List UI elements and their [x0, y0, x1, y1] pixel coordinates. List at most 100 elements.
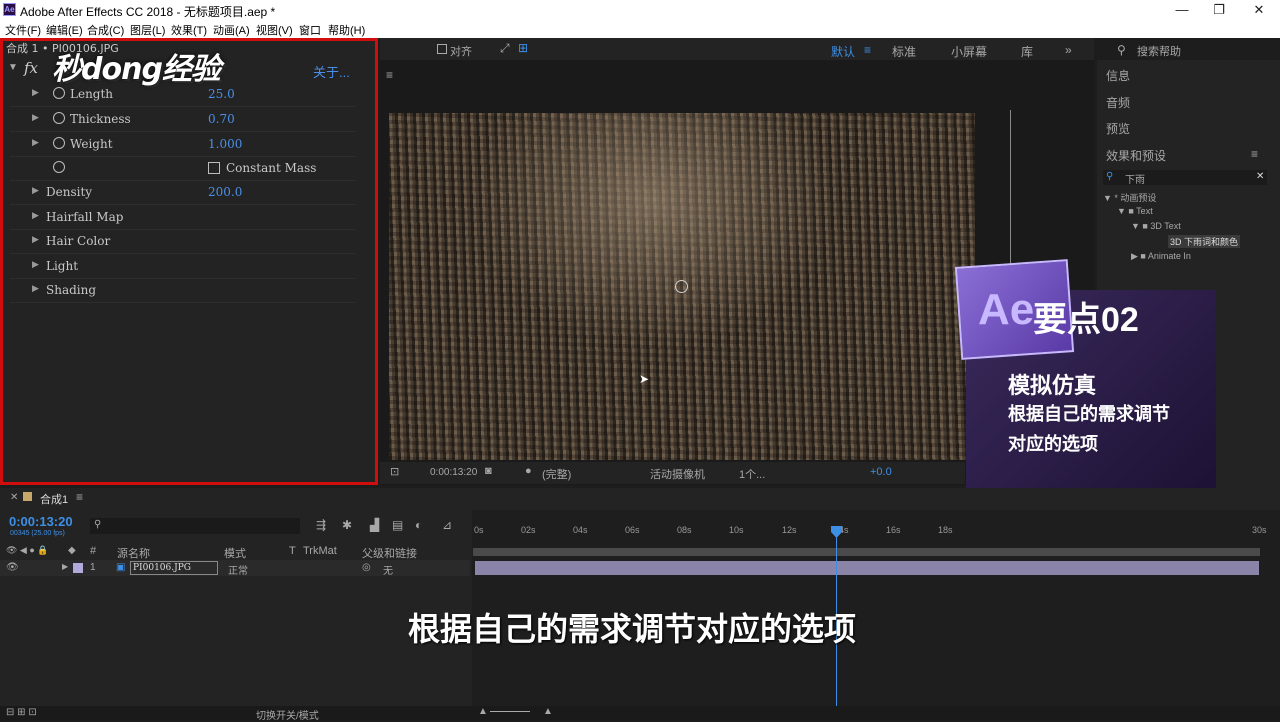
menu-composition[interactable]: 合成(C) — [87, 22, 124, 38]
search-icon: ⚲ — [1117, 43, 1126, 57]
zoom-in-icon[interactable]: ▲ — [543, 706, 553, 717]
layer-parent-select[interactable]: 无 — [383, 562, 393, 577]
clear-search-icon[interactable]: ✕ — [1256, 171, 1264, 182]
comp-flowchart-icon[interactable]: ⇶ — [316, 518, 326, 532]
camera-select[interactable]: 活动摄像机 — [650, 466, 705, 482]
viewer-timecode[interactable]: 0:00:13:20 — [430, 467, 477, 478]
col-trkmat: TrkMat — [303, 545, 337, 557]
ae-badge-text: Ae — [978, 285, 1035, 334]
resolution-select[interactable]: (完整) — [542, 466, 571, 482]
ruler-tick: 10s — [729, 525, 744, 535]
color-channels-icon[interactable]: ● — [525, 465, 532, 477]
anchor-point-icon[interactable] — [675, 280, 688, 293]
frame-blending-icon[interactable]: ▤ — [392, 518, 403, 532]
title-bar: Ae Adobe After Effects CC 2018 - 无标题项目.a… — [0, 0, 1280, 20]
layer-number: 1 — [90, 562, 96, 573]
switches-toggle-icon[interactable]: ⊟ ⊞ ⊡ — [6, 707, 37, 718]
watermark-logo: 秒dong经验 — [52, 52, 221, 87]
layer-duration-bar[interactable] — [475, 561, 1259, 575]
layer-label-color[interactable] — [73, 563, 83, 573]
window-title: Adobe After Effects CC 2018 - 无标题项目.aep … — [20, 5, 276, 19]
effects-presets-tab[interactable]: 效果和预设 — [1106, 147, 1166, 164]
workspace-library[interactable]: 库 — [1021, 43, 1033, 60]
menu-help[interactable]: 帮助(H) — [328, 22, 365, 38]
views-select[interactable]: 1个... — [739, 466, 765, 482]
timeline-search-input[interactable]: ⚲ — [90, 518, 300, 534]
close-tab-icon[interactable]: ✕ — [10, 492, 18, 503]
snap-icon[interactable]: ⤢ — [500, 41, 510, 56]
visibility-icon[interactable]: 👁 — [6, 562, 19, 573]
effect-controls-panel: 合成 1 • PI00106.JPG ▼ fx 关于... ▶ Length 2… — [0, 38, 378, 485]
menu-edit[interactable]: 编辑(E) — [46, 22, 83, 38]
zoom-out-icon[interactable]: ▲ — [478, 706, 488, 717]
comp-icon — [23, 492, 32, 501]
panel-menu-icon[interactable]: ≡ — [1251, 147, 1258, 161]
zoom-slider[interactable] — [490, 711, 530, 712]
av-switches-icons: 👁 ◀ ● 🔒 — [6, 545, 49, 555]
preview-panel-tab[interactable]: 预览 — [1106, 120, 1130, 137]
minimize-button[interactable]: — — [1172, 2, 1192, 18]
more-workspaces-icon[interactable]: » — [1065, 43, 1072, 57]
graph-editor-icon[interactable]: ⊿ — [442, 518, 452, 532]
menu-file[interactable]: 文件(F) — [5, 22, 41, 38]
expand-arrow-icon[interactable]: ▶ — [62, 562, 68, 571]
effects-search-input[interactable]: ⚲ 下雨 ✕ — [1103, 170, 1267, 186]
align-label: 对齐 — [450, 46, 472, 58]
camera-snapshot-icon[interactable]: ◙ — [485, 465, 492, 477]
work-area-bar[interactable] — [473, 548, 1260, 556]
ruler-tick: 04s — [573, 525, 588, 535]
tree-item-text[interactable]: ▼ ■ Text — [1117, 206, 1153, 216]
grid-snap-icon[interactable]: ⊞ — [518, 41, 528, 55]
col-mode: 模式 — [224, 548, 246, 560]
tree-item-animate-in[interactable]: ▶ ■ Animate In — [1131, 251, 1191, 262]
col-number: # — [90, 545, 97, 557]
highlight-frame — [0, 38, 378, 485]
tree-item-rain-preset[interactable]: 3D 下雨词和颜色 — [1168, 235, 1241, 248]
tab-menu-icon[interactable]: ≡ — [76, 490, 83, 504]
audio-panel-tab[interactable]: 音频 — [1106, 94, 1130, 111]
draft-3d-icon[interactable]: ✱ — [342, 518, 352, 532]
workspace-default[interactable]: 默认 — [831, 43, 855, 60]
layer-row[interactable]: 👁 ▶ 1 ▣ PI00106.JPG 正常 ◎ 无 — [0, 560, 470, 577]
motion-blur-icon[interactable]: ◐ — [415, 518, 422, 532]
ruler-tick: 02s — [521, 525, 536, 535]
timeline-fps: 00345 (25.00 fps) — [10, 530, 65, 537]
tip-card-line2: 根据自己的需求调节 — [1008, 404, 1170, 424]
menu-window[interactable]: 窗口 — [299, 22, 321, 38]
workspace-menu-icon[interactable]: ≡ — [864, 43, 871, 57]
timeline-tab[interactable]: 合成1 — [40, 491, 68, 507]
menu-view[interactable]: 视图(V) — [256, 22, 293, 38]
tree-item-3d-text[interactable]: ▼ ■ 3D Text — [1131, 221, 1181, 231]
timeline-layers-pane — [0, 510, 470, 720]
region-icon[interactable]: ⊡ — [390, 465, 399, 478]
close-button[interactable]: ✕ — [1249, 2, 1269, 18]
ruler-tick: 12s — [782, 525, 797, 535]
shy-layers-icon[interactable]: ▟ — [370, 518, 379, 532]
col-t: T — [289, 545, 296, 557]
maximize-button[interactable]: ❐ — [1209, 2, 1229, 18]
timeline-timecode[interactable]: 0:00:13:20 — [9, 514, 73, 529]
menu-effect[interactable]: 效果(T) — [171, 22, 207, 38]
ruler-tick: 08s — [677, 525, 692, 535]
ruler-tick: 06s — [625, 525, 640, 535]
info-panel-tab[interactable]: 信息 — [1106, 67, 1130, 84]
layer-name[interactable]: PI00106.JPG — [130, 561, 218, 575]
search-help[interactable]: 搜索帮助 — [1137, 43, 1181, 59]
menu-bar: 文件(F) 编辑(E) 合成(C) 图层(L) 效果(T) 动画(A) 视图(V… — [0, 20, 1280, 38]
col-parent: 父级和链接 — [362, 548, 417, 560]
search-icon: ⚲ — [1106, 171, 1114, 182]
ruler-tick: 0s — [474, 525, 484, 535]
align-checkbox[interactable] — [437, 44, 447, 54]
menu-layer[interactable]: 图层(L) — [130, 22, 165, 38]
label-icon: ◆ — [68, 545, 76, 556]
workspace-small-screen[interactable]: 小屏幕 — [951, 43, 987, 60]
workspace-standard[interactable]: 标准 — [892, 43, 916, 60]
col-source-name[interactable]: 源名称 — [117, 545, 150, 561]
exposure-value[interactable]: +0.0 — [870, 466, 892, 478]
layer-mode-select[interactable]: 正常 — [228, 562, 248, 577]
ruler-tick: 16s — [886, 525, 901, 535]
menu-animation[interactable]: 动画(A) — [213, 22, 250, 38]
pick-whip-icon[interactable]: ◎ — [362, 562, 371, 573]
tree-item-animation-presets[interactable]: ▼ * 动画预设 — [1103, 191, 1156, 204]
viewer-menu-icon[interactable]: ≡ — [386, 68, 393, 82]
